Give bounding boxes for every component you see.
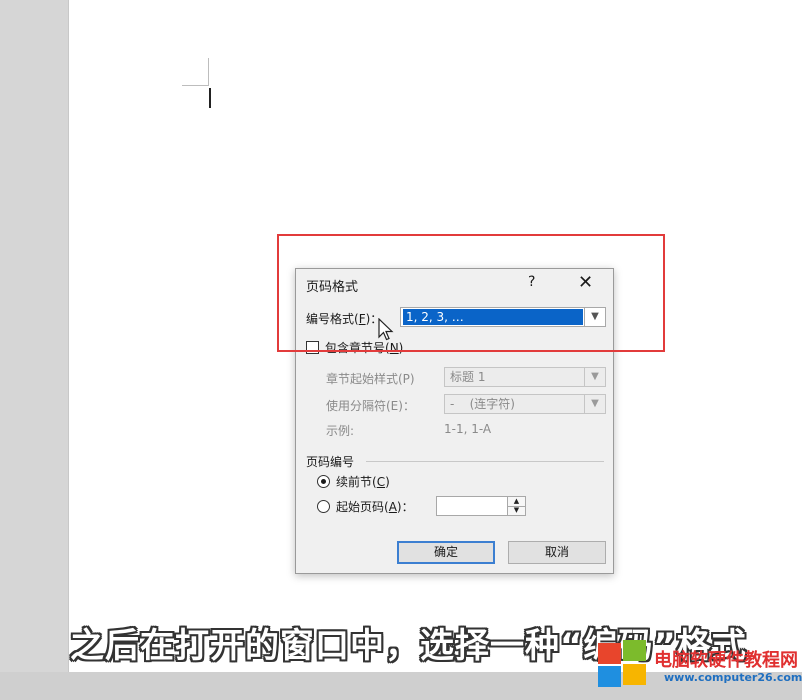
example-label: 示例: (326, 424, 355, 438)
mouse-pointer-icon (378, 318, 394, 341)
start-at-radio[interactable] (317, 500, 330, 513)
number-format-select[interactable]: 1, 2, 3, … ▼ (400, 307, 606, 327)
continue-radio[interactable] (317, 475, 330, 488)
margin-mark (208, 58, 209, 86)
watermark-title: 电脑软硬件教程网 (654, 650, 798, 671)
page-numbering-group-label: 页码编号 (306, 455, 355, 469)
group-divider (366, 461, 604, 462)
help-icon[interactable]: ? (528, 274, 535, 290)
text-cursor (209, 88, 211, 108)
start-at-stepper[interactable]: ▲ ▼ (508, 496, 526, 516)
start-at-label[interactable]: 起始页码(A)： (336, 498, 414, 515)
dialog-title: 页码格式 (306, 280, 359, 295)
separator-value: - (连字符) (450, 397, 515, 411)
separator-select[interactable]: - (连字符) ▼ (444, 394, 606, 414)
chevron-down-icon[interactable]: ▼ (584, 395, 605, 413)
left-gutter (0, 0, 68, 700)
watermark-url: www.computer26.com (664, 671, 802, 684)
chevron-down-icon[interactable]: ▼ (584, 368, 605, 386)
ok-button[interactable]: 确定 (397, 541, 495, 564)
cancel-button[interactable]: 取消 (508, 541, 606, 564)
page-number-format-dialog: 页码格式 ? ✕ 编号格式(F)： 1, 2, 3, … ▼ 包含章节号(N) … (295, 268, 614, 574)
chapter-style-label: 章节起始样式(P) (326, 372, 415, 386)
chapter-style-value: 标题 1 (450, 370, 486, 384)
windows-logo-icon (598, 640, 648, 687)
number-format-value: 1, 2, 3, … (403, 309, 583, 325)
stepper-down-icon[interactable]: ▼ (508, 506, 525, 515)
chevron-down-icon[interactable]: ▼ (584, 308, 605, 326)
example-value: 1-1, 1-A (444, 422, 492, 436)
start-at-input[interactable] (436, 496, 508, 516)
include-chapter-checkbox[interactable] (306, 341, 319, 354)
close-icon[interactable]: ✕ (578, 272, 593, 293)
number-format-label: 编号格式(F)： (306, 312, 383, 326)
separator-label: 使用分隔符(E)： (326, 399, 415, 413)
margin-mark (182, 85, 208, 86)
continue-label[interactable]: 续前节(C) (336, 473, 390, 490)
chapter-style-select[interactable]: 标题 1 ▼ (444, 367, 606, 387)
